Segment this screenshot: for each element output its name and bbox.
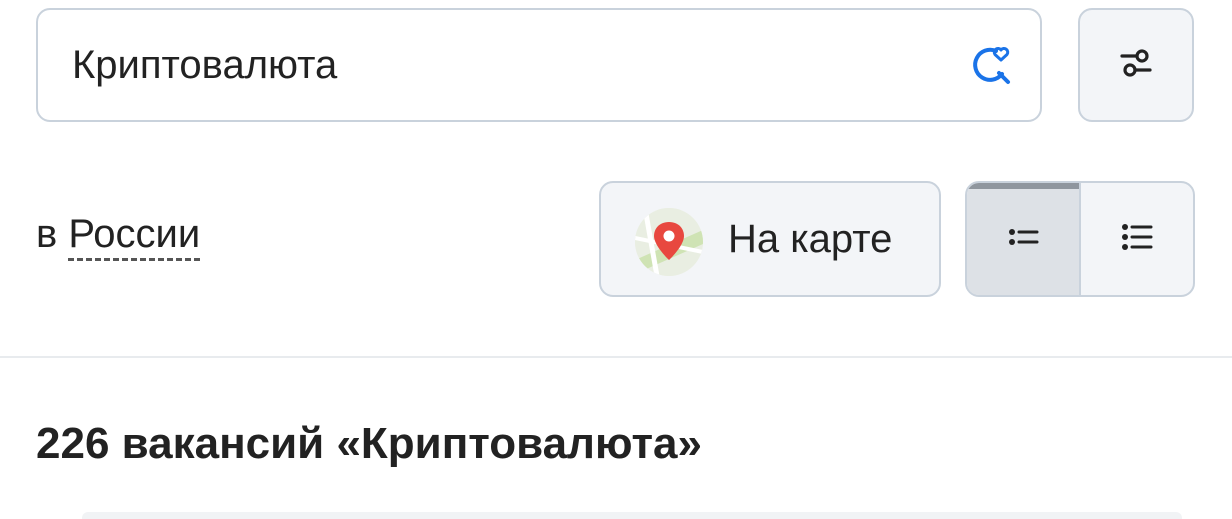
view-toggle bbox=[965, 181, 1195, 297]
search-field[interactable]: Криптовалюта bbox=[36, 8, 1042, 122]
section-divider bbox=[0, 356, 1232, 358]
filters-button[interactable] bbox=[1078, 8, 1194, 122]
results-title: 226 вакансий «Криптовалюта» bbox=[36, 419, 702, 468]
region-link[interactable]: России bbox=[68, 212, 201, 261]
detailed-list-view-button[interactable] bbox=[1079, 183, 1193, 295]
detailed-list-icon bbox=[1119, 219, 1155, 260]
saved-search-heart-icon[interactable] bbox=[970, 44, 1014, 88]
search-input[interactable]: Криптовалюта bbox=[72, 10, 337, 120]
map-button-label: На карте bbox=[728, 216, 893, 261]
compact-list-icon bbox=[1005, 219, 1041, 260]
compact-list-view-button[interactable] bbox=[967, 183, 1079, 295]
vacancy-card-edge bbox=[82, 512, 1182, 519]
region-selector: в России bbox=[36, 212, 201, 261]
map-pin-icon bbox=[635, 208, 703, 276]
sliders-icon bbox=[1119, 46, 1153, 85]
map-button[interactable]: На карте bbox=[599, 181, 941, 297]
region-prefix: в bbox=[36, 212, 69, 256]
